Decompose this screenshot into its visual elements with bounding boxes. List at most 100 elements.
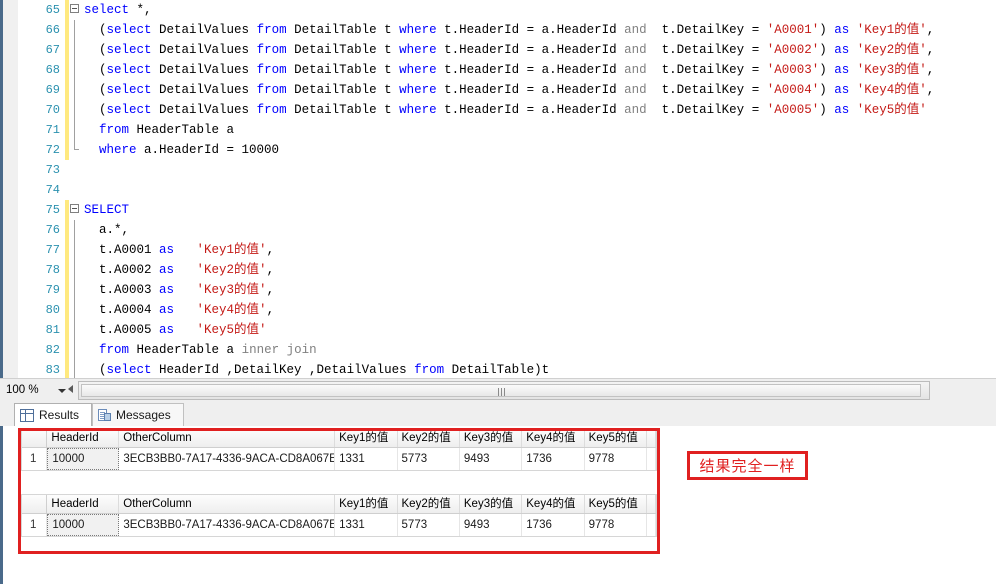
table-cell[interactable]: 9493 [460,514,523,536]
column-header[interactable]: Key4的值 [522,495,585,513]
column-header[interactable]: OtherColumn [119,429,336,447]
line-text: (select DetailValues from DetailTable t … [82,60,996,80]
zoom-level-selector[interactable]: 100 % [2,380,66,401]
code-line[interactable]: 76 a.*, [18,220,996,240]
code-line[interactable]: 70 (select DetailValues from DetailTable… [18,100,996,120]
annotation-note: 结果完全一样 [687,451,808,480]
fold-gutter[interactable] [69,40,82,60]
fold-gutter[interactable] [69,20,82,40]
row-number-cell[interactable]: 1 [22,514,48,536]
column-header[interactable]: OtherColumn [119,495,336,513]
column-header[interactable]: Key2的值 [398,495,460,513]
column-header[interactable]: Key4的值 [522,429,585,447]
table-row[interactable]: 1100003ECB3BB0-7A17-4336-9ACA-CD8A067E60… [22,514,657,536]
fold-gutter[interactable] [69,320,82,340]
fold-gutter[interactable] [69,0,82,20]
column-header[interactable]: Key1的值 [335,495,398,513]
tab-messages[interactable]: Messages [92,403,184,426]
column-header[interactable]: Key3的值 [460,429,523,447]
table-cell[interactable]: 3ECB3BB0-7A17-4336-9ACA-CD8A067E6059 [119,448,336,470]
row-number-cell[interactable]: 1 [22,448,48,470]
table-cell[interactable]: 5773 [398,448,460,470]
code-line[interactable]: 73 [18,160,996,180]
code-token: and [624,63,647,77]
horizontal-scrollbar[interactable] [78,381,930,400]
table-cell[interactable]: 9778 [585,448,648,470]
code-line[interactable]: 69 (select DetailValues from DetailTable… [18,80,996,100]
fold-gutter[interactable] [69,340,82,360]
results-grid[interactable]: HeaderId OtherColumn Key1的值 Key2的值 Key3的值 Key… [21,494,657,537]
column-header[interactable]: Key1的值 [335,429,398,447]
collapse-toggle-icon[interactable] [70,4,79,13]
code-token: t.A0004 [84,303,160,317]
code-line[interactable]: 72 where a.HeaderId = 10000 [18,140,996,160]
column-header[interactable]: Key2的值 [398,429,460,447]
code-line[interactable]: 75 SELECT [18,200,996,220]
fold-gutter[interactable] [69,160,82,180]
grid-corner-cell[interactable] [22,495,48,513]
fold-gutter[interactable] [69,100,82,120]
code-line[interactable]: 83 (select HeaderId ,DetailKey ,DetailVa… [18,360,996,378]
chevron-down-icon[interactable] [58,389,66,393]
fold-gutter[interactable] [69,80,82,100]
column-header[interactable]: Key3的值 [460,495,523,513]
fold-gutter[interactable] [69,180,82,200]
editor-left-strip [0,0,19,378]
table-cell[interactable]: 1331 [335,514,398,536]
table-cell[interactable]: 1736 [522,514,585,536]
column-header[interactable]: Key5的值 [585,429,647,447]
table-cell[interactable]: 9493 [460,448,523,470]
fold-gutter[interactable] [69,240,82,260]
scroll-left-arrow-icon[interactable] [68,385,73,393]
fold-gutter[interactable] [69,60,82,80]
table-cell[interactable]: 10000 [47,448,120,470]
column-header[interactable]: HeaderId [47,429,120,447]
horizontal-scrollbar-thumb[interactable] [81,384,921,397]
code-line[interactable]: 82 from HeaderTable a inner join [18,340,996,360]
table-cell[interactable]: 3ECB3BB0-7A17-4336-9ACA-CD8A067E6059 [119,514,336,536]
code-token: 'Key4的值' [856,83,927,97]
table-cell[interactable]: 1331 [335,448,398,470]
code-token: 'Key3的值' [856,63,927,77]
code-line[interactable]: 74 [18,180,996,200]
fold-gutter[interactable] [69,260,82,280]
fold-gutter[interactable] [69,280,82,300]
code-token: where [399,63,437,77]
table-cell[interactable]: 9778 [585,514,648,536]
line-number: 67 [18,40,65,60]
results-grid[interactable]: HeaderId OtherColumn Key1的值 Key2的值 Key3的值 Key… [21,428,657,471]
sql-editor[interactable]: 65 select *, 66 (select DetailValues from … [0,0,996,378]
table-cell[interactable]: 10000 [47,514,120,536]
code-token: as [834,83,850,97]
code-line[interactable]: 77 t.A0001 as 'Key1的值', [18,240,996,260]
code-line[interactable]: 81 t.A0005 as 'Key5的值' [18,320,996,340]
table-row[interactable]: 1100003ECB3BB0-7A17-4336-9ACA-CD8A067E60… [22,448,657,470]
collapse-toggle-icon[interactable] [70,204,79,213]
code-lines-container[interactable]: 65 select *, 66 (select DetailValues from … [18,0,996,378]
code-line[interactable]: 65 select *, [18,0,996,20]
fold-gutter[interactable] [69,360,82,378]
column-header[interactable]: Key5的值 [585,495,647,513]
fold-gutter[interactable] [69,300,82,320]
code-line[interactable]: 67 (select DetailValues from DetailTable… [18,40,996,60]
code-line[interactable]: 66 (select DetailValues from DetailTable… [18,20,996,40]
fold-gutter[interactable] [69,200,82,220]
fold-gutter[interactable] [69,120,82,140]
code-line[interactable]: 78 t.A0002 as 'Key2的值', [18,260,996,280]
fold-gutter[interactable] [69,140,82,160]
code-line[interactable]: 80 t.A0004 as 'Key4的值', [18,300,996,320]
code-line[interactable]: 79 t.A0003 as 'Key3的值', [18,280,996,300]
fold-gutter[interactable] [69,220,82,240]
code-line[interactable]: 71 from HeaderTable a [18,120,996,140]
tab-results[interactable]: Results [14,403,92,426]
results-pane[interactable]: HeaderId OtherColumn Key1的值 Key2的值 Key3的值 Key… [0,426,996,584]
code-token: as [159,323,175,337]
code-token: 'Key1的值' [856,23,927,37]
results-tabstrip: Results Messages [0,402,996,427]
grid-corner-cell[interactable] [22,429,48,447]
table-cell[interactable]: 5773 [398,514,460,536]
table-cell[interactable]: 1736 [522,448,585,470]
code-line[interactable]: 68 (select DetailValues from DetailTable… [18,60,996,80]
column-header[interactable]: HeaderId [47,495,120,513]
